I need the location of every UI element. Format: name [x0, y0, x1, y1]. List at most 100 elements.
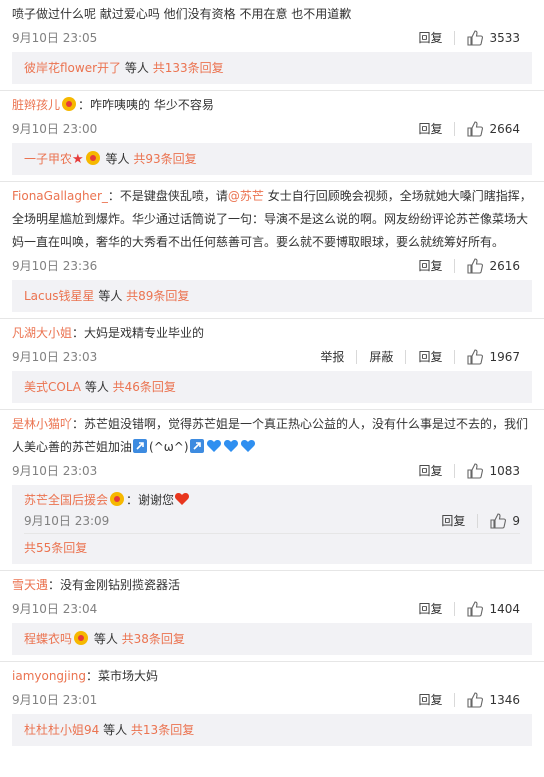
- sub-reply-text: ：谢谢您: [126, 493, 175, 507]
- thumbs-up-icon: [467, 121, 484, 137]
- like-button[interactable]: 1083: [467, 459, 520, 483]
- reply-button[interactable]: 回复: [418, 688, 442, 712]
- block-button[interactable]: 屏蔽: [369, 345, 393, 369]
- reply-mid-text: 等人: [81, 380, 113, 394]
- comment-username[interactable]: 是林小猫吖: [12, 417, 72, 431]
- reply-user-link[interactable]: 程蝶衣吗: [24, 632, 72, 646]
- vip-badge-icon: [110, 492, 125, 506]
- thumbs-up-icon: [467, 463, 484, 479]
- reply-user-link[interactable]: 美式COLA: [24, 380, 81, 394]
- reply-user-link[interactable]: Lacus钱星星: [24, 289, 95, 303]
- reply-mid-text: 等人: [90, 632, 122, 646]
- reply-button[interactable]: 回复: [418, 459, 442, 483]
- reply-summary[interactable]: 彼岸花flower开了 等人 共133条回复: [12, 52, 532, 84]
- comment-body: 脏辫孩儿 ：咋咋咦咦的 华少不容易: [12, 94, 532, 117]
- reply-mid-text: 等人: [121, 61, 153, 75]
- arrow-box-icon: [189, 439, 204, 453]
- like-button[interactable]: 1967: [467, 345, 520, 369]
- reply-button[interactable]: 回复: [441, 509, 465, 533]
- reply-user-link[interactable]: 彼岸花flower开了: [24, 61, 121, 75]
- reply-user-link[interactable]: 一子甲农: [24, 152, 72, 166]
- sub-reply-username[interactable]: 苏芒全国后援会: [24, 493, 108, 507]
- divider: [454, 350, 456, 364]
- like-button[interactable]: 2664: [467, 117, 520, 141]
- reply-count-link[interactable]: 共133条回复: [153, 61, 224, 75]
- like-count: 9: [512, 514, 520, 528]
- comment-body: 是林小猫吖：苏芒姐没错啊，觉得苏芒姐是一个真正热心公益的人，没有什么事是过不去的…: [12, 413, 532, 459]
- comment-meta: 9月10日 23:05 回复 3533: [12, 26, 532, 50]
- reply-button[interactable]: 回复: [418, 26, 442, 50]
- arrow-box-icon: [133, 439, 148, 453]
- like-button[interactable]: 3533: [467, 26, 520, 50]
- comment-text: ：咋咋咦咦的 华少不容易: [78, 98, 214, 112]
- mention-link[interactable]: @苏芒: [228, 189, 264, 203]
- reply-count-link[interactable]: 共55条回复: [24, 541, 87, 555]
- comment-4: 凡湖大小姐：大妈是戏精专业毕业的 9月10日 23:03 举报 屏蔽 回复 19…: [0, 319, 544, 369]
- reply-button[interactable]: 回复: [418, 117, 442, 141]
- vip-badge-icon: [74, 631, 89, 645]
- comment-username[interactable]: iamyongjing: [12, 669, 86, 683]
- like-count: 2664: [489, 122, 520, 136]
- comment-7: iamyongjing：菜市场大妈 9月10日 23:01 回复 1346: [0, 662, 544, 712]
- comment-username[interactable]: 脏辫孩儿: [12, 98, 60, 112]
- comment-6: 雪天遇：没有金刚钻别揽瓷器活 9月10日 23:04 回复 1404: [0, 571, 544, 621]
- reply-count-link[interactable]: 共46条回复: [113, 380, 176, 394]
- reply-button[interactable]: 回复: [418, 345, 442, 369]
- divider: [454, 31, 456, 45]
- reply-summary[interactable]: 一子甲农★ 等人 共93条回复: [12, 143, 532, 175]
- reply-mid-text: 等人: [101, 152, 134, 166]
- reply-summary[interactable]: Lacus钱星星 等人 共89条回复: [12, 280, 532, 312]
- comment-2: 脏辫孩儿 ：咋咋咦咦的 华少不容易 9月10日 23:00 回复 2664: [0, 91, 544, 141]
- reply-count-link[interactable]: 共13条回复: [131, 723, 194, 737]
- comment-text: ：大妈是戏精专业毕业的: [72, 326, 205, 340]
- comment-meta: 9月10日 23:04 回复 1404: [12, 597, 532, 621]
- comment-username[interactable]: 雪天遇: [12, 578, 48, 592]
- like-button[interactable]: 1404: [467, 597, 520, 621]
- comment-username[interactable]: FionaGallagher_: [12, 189, 108, 203]
- report-button[interactable]: 举报: [320, 345, 344, 369]
- kaomoji-text: (^ω^): [149, 440, 189, 454]
- reply-count-link[interactable]: 共38条回复: [122, 632, 185, 646]
- comment-3: FionaGallagher_：不是键盘侠乱喷，请@苏芒 女士自行回顾晚会视频，…: [0, 182, 544, 278]
- like-count: 2616: [489, 259, 520, 273]
- comment-text-part1: ：不是键盘侠乱喷，请: [107, 189, 228, 203]
- reply-user-link[interactable]: 杜杜杜小姐94: [24, 723, 99, 737]
- comment-body: FionaGallagher_：不是键盘侠乱喷，请@苏芒 女士自行回顾晚会视频，…: [12, 185, 532, 254]
- like-button[interactable]: 1346: [467, 688, 520, 712]
- comment-time: 9月10日 23:00: [12, 122, 98, 136]
- divider: [454, 464, 456, 478]
- reply-summary[interactable]: 美式COLA 等人 共46条回复: [12, 371, 532, 403]
- like-count: 3533: [489, 31, 520, 45]
- reply-mid-text: 等人: [99, 723, 131, 737]
- blue-heart-icon: [223, 440, 238, 452]
- like-button[interactable]: 9: [490, 509, 520, 533]
- reply-mid-text: 等人: [94, 289, 127, 303]
- divider: [454, 259, 456, 273]
- like-count: 1346: [489, 693, 520, 707]
- like-count: 1967: [489, 350, 520, 364]
- comment-time: 9月10日 23:01: [12, 693, 98, 707]
- comment-time: 9月10日 23:36: [12, 259, 98, 273]
- comment-time: 9月10日 23:05: [12, 31, 98, 45]
- reply-summary[interactable]: 程蝶衣吗 等人 共38条回复: [12, 623, 532, 655]
- more-replies[interactable]: 共55条回复: [24, 533, 520, 562]
- thumbs-up-icon: [467, 258, 484, 274]
- comment-1: 喷子做过什么呢 献过爱心吗 他们没有资格 不用在意 也不用道歉 9月10日 23…: [0, 0, 544, 50]
- reply-button[interactable]: 回复: [418, 597, 442, 621]
- reply-count-link[interactable]: 共93条回复: [133, 152, 196, 166]
- reply-count-link[interactable]: 共89条回复: [126, 289, 189, 303]
- vip-badge-icon: [62, 97, 77, 111]
- reply-button[interactable]: 回复: [418, 254, 442, 278]
- like-count: 1404: [489, 602, 520, 616]
- divider: [454, 122, 456, 136]
- thumbs-up-icon: [490, 513, 507, 529]
- blue-heart-icon: [240, 440, 255, 452]
- comment-body: 凡湖大小姐：大妈是戏精专业毕业的: [12, 322, 532, 345]
- thumbs-up-icon: [467, 349, 484, 365]
- comment-meta: 9月10日 23:03 举报 屏蔽 回复 1967: [12, 345, 532, 369]
- comment-username[interactable]: 凡湖大小姐: [12, 326, 72, 340]
- comment-meta: 9月10日 23:01 回复 1346: [12, 688, 532, 712]
- comment-text: ：菜市场大妈: [85, 669, 158, 683]
- reply-summary[interactable]: 杜杜杜小姐94 等人 共13条回复: [12, 714, 532, 746]
- like-button[interactable]: 2616: [467, 254, 520, 278]
